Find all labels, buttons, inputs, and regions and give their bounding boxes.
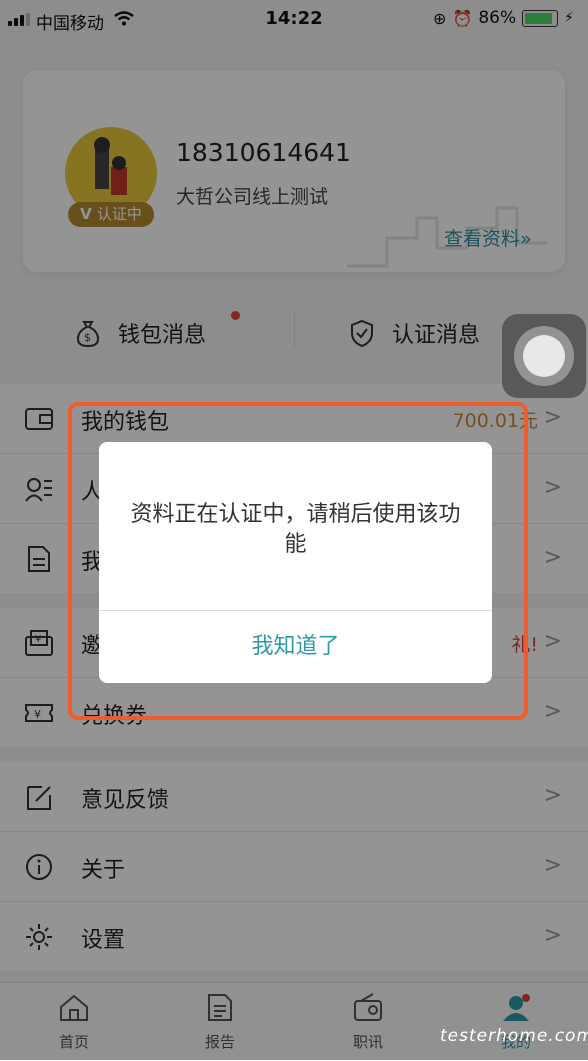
dialog-confirm-button[interactable]: 我知道了 xyxy=(99,611,492,683)
assistive-touch-button[interactable] xyxy=(502,314,586,398)
alert-dialog: 资料正在认证中，请稍后使用该功能 我知道了 xyxy=(99,442,492,683)
watermark: testerhome.com xyxy=(440,1026,588,1046)
dialog-message: 资料正在认证中，请稍后使用该功能 xyxy=(130,502,461,557)
